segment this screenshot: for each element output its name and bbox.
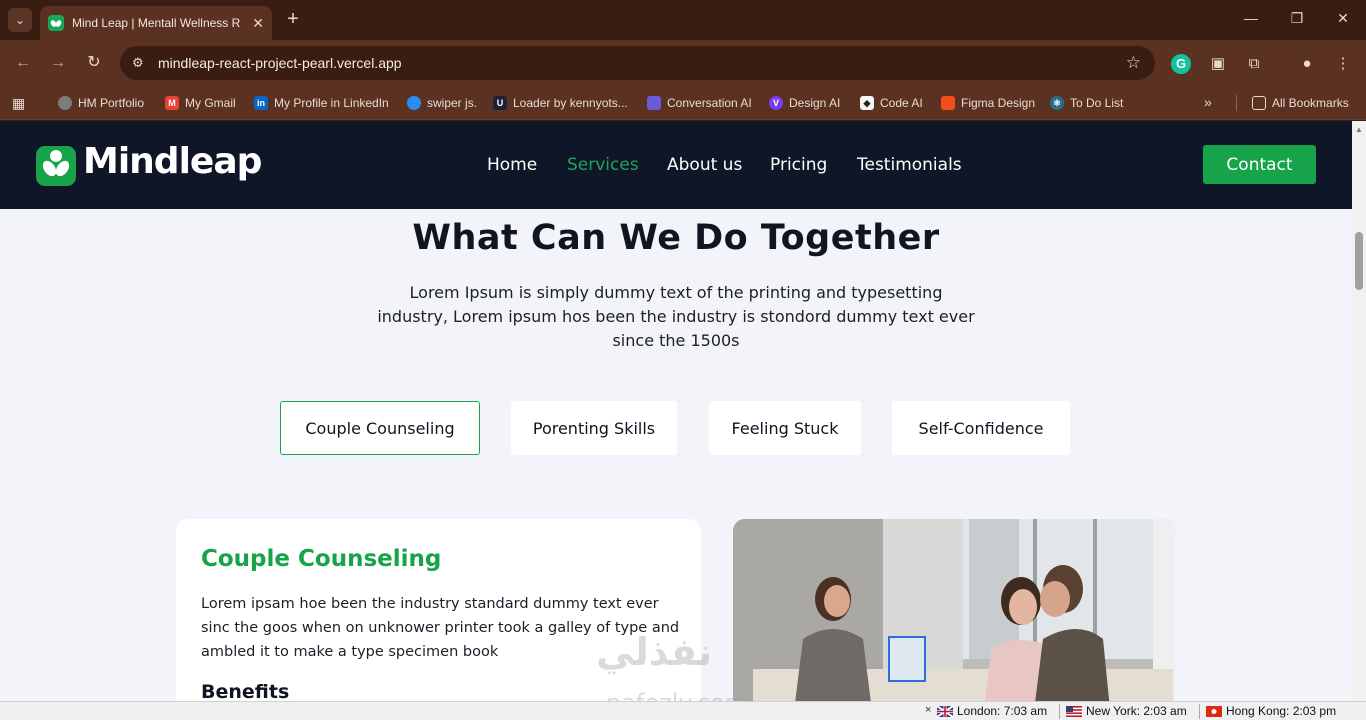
divider [1059,704,1060,719]
mindleap-logo-icon[interactable] [36,146,76,186]
us-flag-icon [1066,705,1082,717]
tab-search-chevron-icon[interactable]: ⌄ [8,8,32,32]
benefits-heading: Benefits [201,681,290,701]
bookmark-linkedin[interactable]: in My Profile in LinkedIn [254,93,389,113]
counseling-photo [733,519,1175,701]
uk-flag-icon [937,705,953,717]
bookmark-label: Design AI [789,96,841,110]
clock-label: Hong Kong: 2:03 pm [1226,704,1337,718]
tab-couple-counseling[interactable]: Couple Counseling [280,401,480,455]
nav-home[interactable]: Home [487,155,537,175]
bookmark-loader[interactable]: U Loader by kennyots... [493,93,628,113]
nav-pricing[interactable]: Pricing [770,155,827,175]
uiverse-icon: U [493,96,507,110]
ai-icon [647,96,661,110]
site-header: Mindleap Home Services About us Pricing … [0,121,1352,209]
figma-icon [941,96,955,110]
mindleap-favicon-icon [48,15,64,31]
contact-button[interactable]: Contact [1203,145,1316,184]
extension-icon[interactable]: ▣ [1207,53,1229,75]
linkedin-icon: in [254,96,268,110]
scroll-up-icon[interactable]: ▲ [1355,125,1363,134]
tab-self-confidence[interactable]: Self-Confidence [892,401,1070,455]
bookmark-hm-portfolio[interactable]: HM Portfolio [58,93,144,113]
browser-tab[interactable]: Mind Leap | Mentall Wellness R ✕ [40,6,272,40]
restore-icon[interactable]: ❐ [1274,10,1320,27]
divider [1199,704,1200,719]
site-settings-icon[interactable]: ⚙ [132,55,150,71]
gmail-icon: M [165,96,179,110]
bookmark-label: Loader by kennyots... [513,96,628,110]
folder-icon [1252,96,1266,110]
bookmarks-bar: ▦ HM Portfolio M My Gmail in My Profile … [0,86,1366,120]
bookmark-figma[interactable]: Figma Design [941,93,1035,113]
clock-london: London: 7:03 am [937,704,1047,718]
kebab-menu-icon[interactable]: ⋮ [1332,53,1354,75]
section-title: What Can We Do Together [412,218,940,258]
reload-icon[interactable]: ↻ [83,52,105,74]
bookmark-label: Code AI [880,96,923,110]
clock-new-york: New York: 2:03 am [1066,704,1187,718]
grammarly-icon[interactable]: G [1171,54,1191,74]
puzzle-icon[interactable]: ⧉ [1243,53,1265,75]
avatar[interactable]: ● [1296,53,1318,75]
apps-grid-icon[interactable]: ▦ [12,95,25,112]
divider [1236,95,1237,111]
bookmark-code-ai[interactable]: ◆ Code AI [860,93,923,113]
watermark-arabic: نفذلي [596,630,713,674]
section-description: Lorem Ipsum is simply dummy text of the … [377,283,975,350]
code-icon: ◆ [860,96,874,110]
scroll-thumb[interactable] [1355,232,1363,290]
counseling-image [733,519,1175,701]
globe-icon [58,96,72,110]
bookmark-design-ai[interactable]: V Design AI [769,93,840,113]
plus-icon[interactable]: + [282,8,304,30]
bookmark-label: To Do List [1070,96,1124,110]
page-scrollbar[interactable]: ▲ [1352,121,1366,701]
forward-icon[interactable]: → [47,52,69,74]
bookmark-swiper[interactable]: swiper js. [407,93,477,113]
clock-label: New York: 2:03 am [1086,704,1187,718]
bookmark-label: Figma Design [961,96,1036,110]
page-viewport: Mindleap Home Services About us Pricing … [0,121,1352,701]
bookmark-label: HM Portfolio [78,96,145,110]
card-title: Couple Counseling [201,546,442,572]
bookmark-todo[interactable]: ⚛ To Do List [1050,93,1123,113]
all-bookmarks-label: All Bookmarks [1272,96,1349,110]
minimize-icon[interactable]: — [1228,10,1274,26]
bookmark-conversation-ai[interactable]: Conversation AI [647,93,752,113]
clock-label: London: 7:03 am [957,704,1048,718]
bookmark-label: swiper js. [427,96,478,110]
bookmark-star-icon[interactable]: ☆ [1126,53,1141,73]
world-clock-bar: × London: 7:03 am New York: 2:03 am Hong… [0,701,1366,720]
close-icon[interactable]: × [925,704,931,716]
back-icon[interactable]: ← [12,52,34,74]
clock-hong-kong: Hong Kong: 2:03 pm [1206,704,1336,718]
nav-testimonials[interactable]: Testimonials [857,155,962,175]
react-icon: ⚛ [1050,96,1064,110]
all-bookmarks[interactable]: All Bookmarks [1252,93,1349,113]
hk-flag-icon [1206,705,1222,717]
nav-about-us[interactable]: About us [667,155,742,175]
more-bookmarks-icon[interactable]: » [1204,94,1212,110]
tab-feeling-stuck[interactable]: Feeling Stuck [709,401,861,455]
close-icon[interactable]: ✕ [252,15,264,32]
swiper-icon [407,96,421,110]
browser-toolbar: ← → ↻ ⚙ mindleap-react-project-pearl.ver… [0,40,1366,86]
tab-parenting-skills[interactable]: Porenting Skills [511,401,677,455]
tab-strip: ⌄ Mind Leap | Mentall Wellness R ✕ + — ❐… [0,0,1366,40]
url-text[interactable]: mindleap-react-project-pearl.vercel.app [158,55,402,71]
v0-icon: V [769,96,783,110]
bookmark-label: My Profile in LinkedIn [274,96,389,110]
bookmark-label: Conversation AI [667,96,752,110]
address-bar[interactable]: ⚙ mindleap-react-project-pearl.vercel.ap… [120,46,1155,80]
window-close-icon[interactable]: ✕ [1320,10,1366,27]
watermark-latin: nafezly.com [606,689,748,701]
bookmark-label: My Gmail [185,96,236,110]
nav-services[interactable]: Services [567,155,639,175]
tab-title: Mind Leap | Mentall Wellness R [72,16,240,30]
logo-text[interactable]: Mindleap [83,141,262,182]
bookmark-gmail[interactable]: M My Gmail [165,93,236,113]
